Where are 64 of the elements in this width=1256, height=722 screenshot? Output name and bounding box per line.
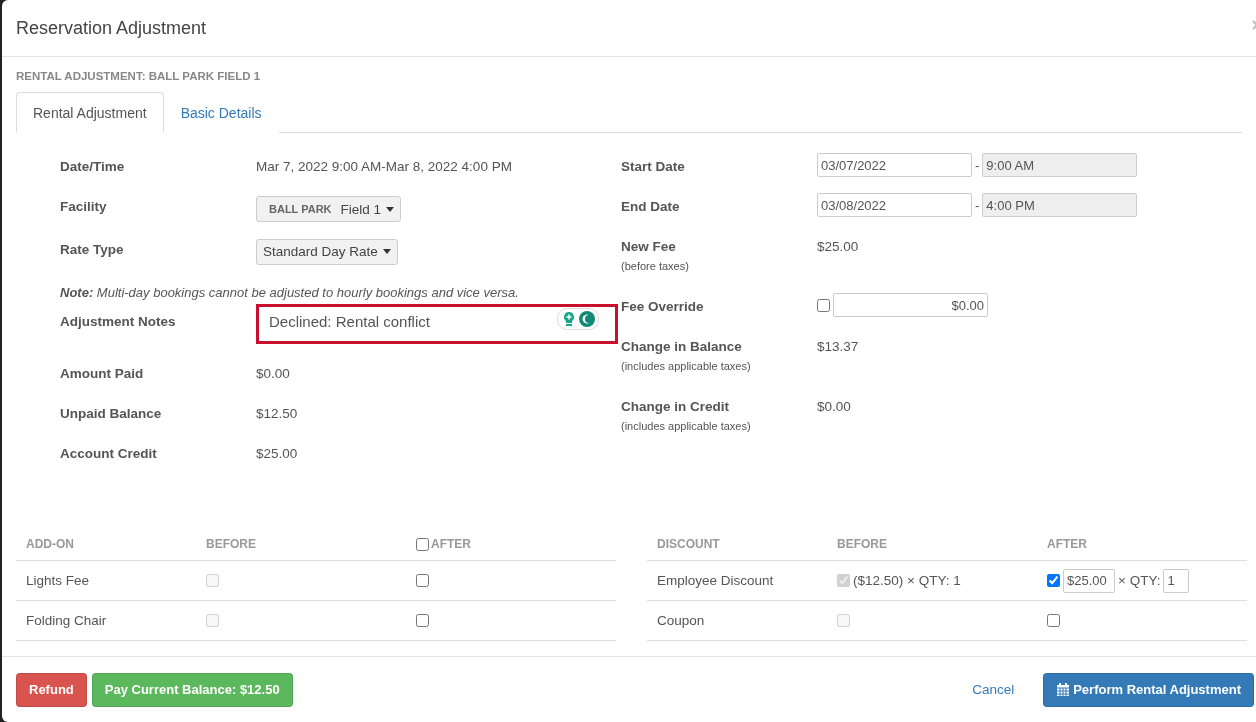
- fee-field[interactable]: $0.00: [833, 293, 988, 317]
- checkbox[interactable]: [817, 298, 830, 312]
- field-hint: (includes applicable taxes): [621, 420, 752, 432]
- date-field[interactable]: 03/08/2022: [817, 193, 972, 217]
- dropdown[interactable]: Standard Day Rate: [256, 238, 398, 265]
- tab[interactable]: Rental Adjustment: [16, 92, 164, 133]
- field-hint: (before taxes): [621, 260, 690, 272]
- refund-button[interactable]: Refund: [16, 672, 87, 707]
- field-label: Account Credit: [60, 446, 158, 461]
- field-value: $13.37: [817, 339, 860, 354]
- field-label: Date/Time: [60, 159, 126, 174]
- field-label: Change in Balance: [621, 339, 743, 354]
- dialog-title: Reservation Adjustment: [16, 17, 207, 39]
- qty-field[interactable]: 1: [1163, 568, 1190, 593]
- lightbulb-icon: [561, 311, 577, 327]
- field-value: $0.00: [817, 399, 852, 414]
- discount-name: Coupon: [657, 613, 706, 628]
- checkbox[interactable]: [416, 574, 429, 587]
- crescent-icon: [579, 311, 595, 327]
- field-label: Facility: [60, 199, 108, 214]
- extension-badge[interactable]: [557, 308, 599, 330]
- date-field[interactable]: 03/07/2022: [817, 153, 972, 177]
- field-label: End Date: [621, 199, 681, 214]
- cancel-link[interactable]: Cancel: [966, 681, 1021, 698]
- field-hint: (includes applicable taxes): [621, 360, 752, 372]
- notes-field[interactable]: Declined: Rental conflict: [256, 304, 618, 344]
- column-header: BEFORE: [837, 537, 888, 551]
- perform-button[interactable]: Perform Rental Adjustment: [1043, 672, 1254, 707]
- field-label: Amount Paid: [60, 366, 145, 381]
- checkbox[interactable]: [416, 538, 429, 551]
- field-value: $0.00: [256, 366, 291, 381]
- field-label: Fee Override: [621, 299, 705, 314]
- qty-label: × QTY:: [1118, 573, 1161, 588]
- column-header: ADD-ON: [26, 537, 75, 551]
- field-label: Adjustment Notes: [60, 314, 177, 329]
- caret-icon: [382, 249, 391, 254]
- calendar-icon: [1056, 682, 1071, 697]
- separator-text: -: [975, 157, 980, 173]
- field-label: Rate Type: [60, 242, 125, 257]
- amount-field[interactable]: $25.00: [1063, 568, 1115, 593]
- field-value: Mar 7, 2022 9:00 AM-Mar 8, 2022 4:00 PM: [256, 159, 513, 174]
- checkbox[interactable]: [416, 614, 429, 627]
- addon-name: Lights Fee: [26, 573, 91, 588]
- note-text: Note: Multi-day bookings cannot be adjusted to hourly bookings and vice versa.: [60, 285, 520, 300]
- field-label: New Fee: [621, 239, 677, 254]
- checkbox[interactable]: [1047, 574, 1060, 587]
- field-label: Unpaid Balance: [60, 406, 163, 421]
- field-value: $25.00: [817, 239, 860, 254]
- checkbox[interactable]: [1047, 614, 1060, 627]
- field-label: Change in Credit: [621, 399, 730, 414]
- addon-name: Folding Chair: [26, 613, 108, 628]
- separator-text: -: [975, 197, 980, 213]
- discount-name: Employee Discount: [657, 573, 775, 588]
- field-label: Start Date: [621, 159, 686, 174]
- column-header: BEFORE: [206, 537, 257, 551]
- field-value: $12.50: [256, 406, 299, 421]
- column-header: AFTER: [431, 537, 471, 551]
- column-header: AFTER: [1047, 537, 1088, 551]
- field-value: $25.00: [256, 446, 299, 461]
- dropdown[interactable]: BALL PARK Field 1: [256, 196, 402, 222]
- section-title: RENTAL ADJUSTMENT: BALL PARK FIELD 1: [16, 70, 262, 82]
- column-header: DISCOUNT: [657, 537, 721, 551]
- caret-icon: [386, 206, 395, 212]
- discount-amount: ($12.50) × QTY: 1: [853, 573, 961, 588]
